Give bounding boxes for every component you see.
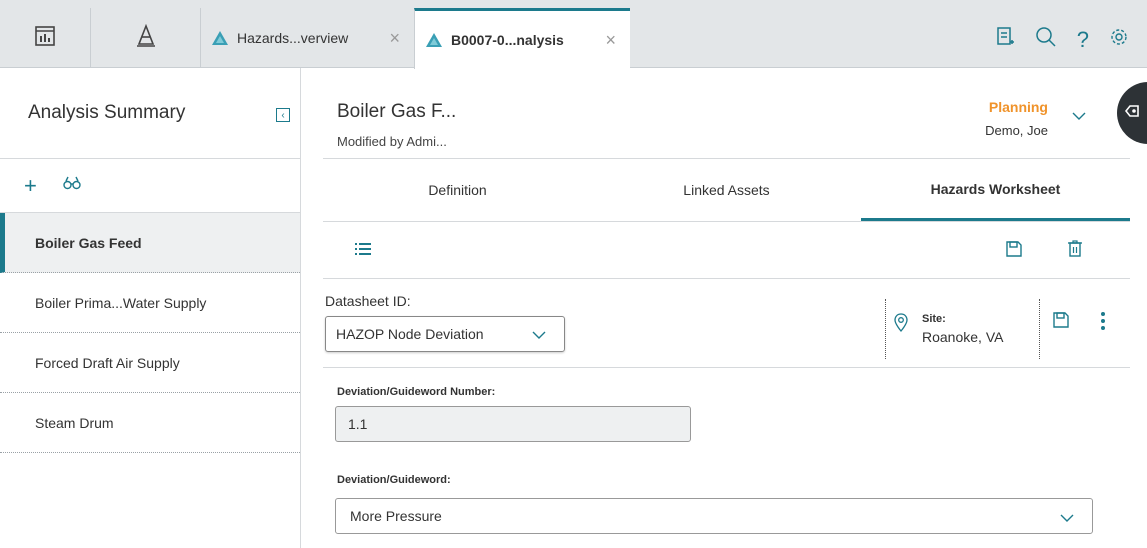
list-icon[interactable] bbox=[355, 242, 371, 261]
search-icon[interactable] bbox=[1035, 26, 1057, 53]
global-actions: ? bbox=[995, 26, 1129, 53]
deviation-number-field[interactable]: 1.1 bbox=[335, 406, 691, 442]
notes-icon[interactable] bbox=[995, 26, 1015, 53]
guideword-label: Deviation/Guideword: bbox=[337, 474, 451, 486]
list-item-label: Forced Draft Air Supply bbox=[35, 354, 180, 371]
modified-by: Modified by Admi... bbox=[337, 134, 447, 149]
list-item-label: Steam Drum bbox=[35, 414, 114, 431]
hazards-triangle-icon bbox=[426, 33, 442, 47]
hazards-triangle-icon bbox=[212, 31, 228, 45]
list-item-label: Boiler Prima...Water Supply bbox=[35, 294, 207, 311]
datasheet-label: Datasheet ID: bbox=[325, 293, 411, 309]
panel-toolbar: + bbox=[0, 159, 300, 213]
chevron-down-icon[interactable] bbox=[1072, 108, 1086, 126]
tab-label: Hazards Worksheet bbox=[930, 180, 1061, 197]
list-item[interactable]: Forced Draft Air Supply bbox=[0, 333, 300, 393]
deviation-number-value: 1.1 bbox=[348, 416, 368, 432]
tab-label: Definition bbox=[428, 182, 487, 198]
tab-label: Hazards...verview bbox=[237, 30, 349, 46]
tab-analysis[interactable]: B0007-0...nalysis × bbox=[414, 8, 630, 69]
site-info: Site: Roanoke, VA bbox=[885, 299, 1003, 359]
delete-icon[interactable] bbox=[1067, 240, 1083, 263]
deviation-number-label: Deviation/Guideword Number: bbox=[337, 386, 496, 398]
datasheet-value: HAZOP Node Deviation bbox=[336, 326, 484, 342]
state-assignee: Demo, Joe bbox=[985, 123, 1048, 138]
binoculars-icon[interactable] bbox=[63, 176, 81, 195]
list-item[interactable]: Boiler Gas Feed bbox=[0, 213, 300, 273]
site-label: Site: bbox=[922, 313, 946, 325]
record-title: Boiler Gas F... bbox=[337, 101, 457, 122]
analysis-summary-panel: Analysis Summary ‹ + Boiler Gas Feed Boi… bbox=[0, 68, 301, 548]
tab-label: Linked Assets bbox=[683, 182, 770, 198]
datasheet-select[interactable]: HAZOP Node Deviation bbox=[325, 316, 565, 352]
more-options-icon[interactable] bbox=[1100, 311, 1106, 336]
list-item-label: Boiler Gas Feed bbox=[35, 234, 142, 251]
tab-definition[interactable]: Definition bbox=[323, 159, 592, 221]
tab-label: B0007-0...nalysis bbox=[451, 32, 564, 48]
tab-hazards-worksheet[interactable]: Hazards Worksheet bbox=[861, 159, 1130, 221]
save-icon[interactable] bbox=[1005, 240, 1023, 263]
site-value: Roanoke, VA bbox=[922, 329, 1004, 345]
datasheet-form: Deviation/Guideword Number: 1.1 Deviatio… bbox=[323, 368, 1130, 548]
record-tabs: Definition Linked Assets Hazards Workshe… bbox=[323, 159, 1130, 222]
collapse-panel-button[interactable]: ‹ bbox=[276, 108, 290, 122]
node-details-panel: Boiler Gas F... Modified by Admi... Plan… bbox=[323, 68, 1130, 548]
worksheet-toolbar bbox=[323, 222, 1130, 279]
asset-hierarchy-icon bbox=[135, 23, 157, 53]
guideword-value: More Pressure bbox=[350, 508, 442, 524]
dashboard-tab[interactable] bbox=[0, 8, 90, 68]
guideword-dropdown[interactable]: More Pressure bbox=[335, 498, 1093, 534]
top-tab-bar: Hazards...verview × B0007-0...nalysis × … bbox=[0, 0, 1147, 69]
chevron-down-icon bbox=[1060, 510, 1074, 526]
help-icon[interactable]: ? bbox=[1077, 27, 1089, 53]
list-item[interactable]: Steam Drum bbox=[0, 393, 300, 453]
panel-header: Analysis Summary ‹ bbox=[0, 68, 300, 159]
save-icon[interactable] bbox=[1052, 311, 1070, 334]
close-icon[interactable]: × bbox=[605, 30, 616, 51]
asset-hierarchy-tab[interactable] bbox=[90, 8, 200, 68]
list-item[interactable]: Boiler Prima...Water Supply bbox=[0, 273, 300, 333]
dashboard-icon bbox=[34, 25, 56, 52]
panel-title: Analysis Summary bbox=[28, 102, 186, 123]
location-pin-icon bbox=[894, 313, 908, 338]
datasheet-actions bbox=[1039, 299, 1119, 359]
datasheet-row: Datasheet ID: HAZOP Node Deviation Site:… bbox=[323, 279, 1130, 368]
record-header: Boiler Gas F... Modified by Admi... Plan… bbox=[323, 68, 1130, 159]
drawer-icon bbox=[1124, 103, 1141, 124]
tab-linked-assets[interactable]: Linked Assets bbox=[592, 159, 861, 221]
chevron-left-icon: ‹ bbox=[281, 109, 285, 121]
settings-icon[interactable] bbox=[1109, 27, 1129, 52]
chevron-down-icon bbox=[532, 327, 546, 343]
add-icon[interactable]: + bbox=[24, 173, 37, 199]
state-label[interactable]: Planning bbox=[989, 99, 1048, 115]
close-icon[interactable]: × bbox=[389, 28, 400, 49]
tab-hazards-overview[interactable]: Hazards...verview × bbox=[200, 8, 414, 68]
